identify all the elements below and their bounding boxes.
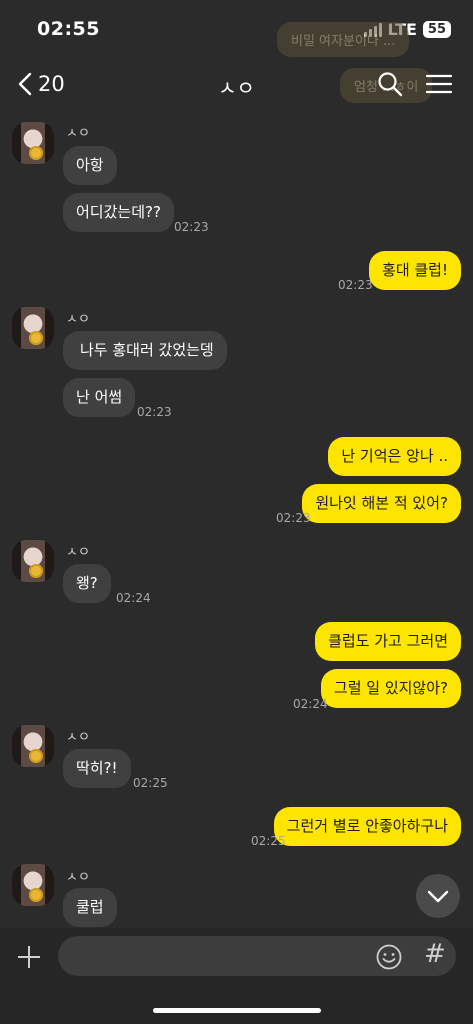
ghost-notification-1: 비밀 여자분이나 ... [277, 22, 410, 57]
message-time: 02:23 [276, 511, 311, 525]
menu-button[interactable] [425, 70, 453, 102]
message-time: 02:23 [137, 405, 172, 419]
back-button[interactable]: 20 [18, 72, 65, 96]
smiley-icon [376, 944, 402, 970]
message-bubble-incoming[interactable]: 쿨럽 [63, 888, 117, 927]
emoji-button[interactable] [376, 944, 402, 974]
message-bubble-incoming[interactable]: 나두 홍대러 갔었는뎅 [63, 331, 227, 370]
scroll-to-bottom-button[interactable] [416, 874, 460, 918]
attach-button[interactable] [16, 944, 42, 970]
avatar[interactable] [12, 122, 54, 164]
avatar[interactable] [12, 540, 54, 582]
message-time: 02:24 [116, 591, 151, 605]
sender-name: ㅅㅇ [66, 545, 90, 560]
message-bubble-outgoing[interactable]: 원나잇 해본 적 있어? [302, 484, 461, 523]
message-bubble-incoming[interactable]: 왱? [63, 564, 111, 603]
avatar[interactable] [12, 307, 54, 349]
chevron-left-icon [18, 72, 32, 96]
message-bubble-outgoing[interactable]: 클럽도 가고 그러면 [315, 622, 461, 661]
message-time: 02:23 [174, 220, 209, 234]
message-bubble-incoming[interactable]: 딱히?! [63, 749, 131, 788]
search-icon [378, 72, 403, 97]
message-time: 02:23 [338, 278, 373, 292]
battery-icon: 55 [422, 21, 451, 38]
message-bubble-incoming[interactable]: 난 어썸 [63, 378, 136, 417]
avatar[interactable] [12, 864, 54, 906]
unread-count: 20 [38, 72, 65, 96]
message-bubble-outgoing[interactable]: 그런거 별로 안좋아하구나 [273, 807, 461, 846]
sender-name: ㅅㅇ [66, 870, 90, 885]
plus-icon [18, 946, 40, 968]
message-time: 02:25 [133, 776, 168, 790]
message-time: 02:24 [293, 697, 328, 711]
chevron-down-icon [427, 890, 449, 903]
home-indicator [153, 1008, 321, 1013]
sender-name: ㅅㅇ [66, 730, 90, 745]
message-bubble-incoming[interactable]: 어디갔는데?? [63, 193, 174, 232]
hashtag-button[interactable]: # [424, 939, 446, 969]
status-time: 02:55 [37, 18, 100, 40]
menu-icon [425, 74, 453, 94]
sender-name: ㅅㅇ [66, 126, 90, 141]
message-time: 02:25 [251, 834, 286, 848]
chat-header: 20 ㅅㅇ [0, 60, 473, 110]
search-button[interactable] [376, 70, 404, 102]
message-bubble-outgoing[interactable]: 난 기억은 앙나 .. [328, 437, 461, 476]
sender-name: ㅅㅇ [66, 312, 90, 327]
message-bubble-outgoing[interactable]: 그럴 일 있지않아? [320, 669, 461, 708]
message-bubble-incoming[interactable]: 아항 [63, 146, 117, 185]
message-bubble-outgoing[interactable]: 홍대 클럽! [369, 251, 461, 290]
avatar[interactable] [12, 725, 54, 767]
